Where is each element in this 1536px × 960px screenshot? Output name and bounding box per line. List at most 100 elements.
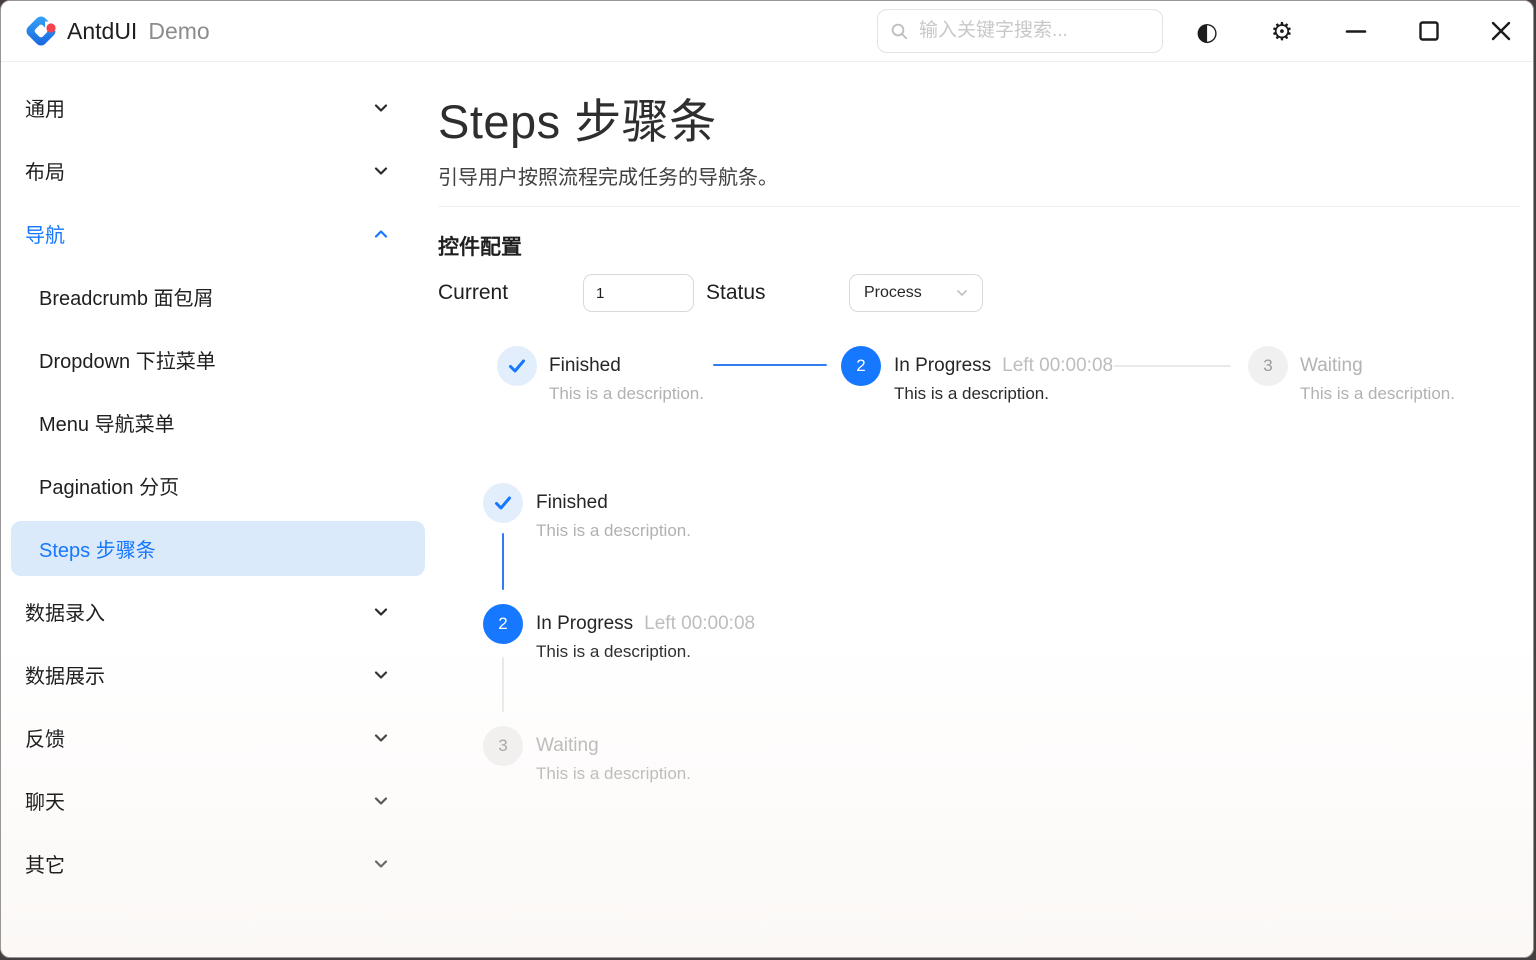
step-title-text: Finished — [549, 355, 621, 377]
maximize-button[interactable] — [1409, 11, 1449, 51]
step-title: Waiting — [1300, 346, 1363, 386]
step-title: In Progress Left 00:00:08 — [894, 346, 1113, 386]
chevron-down-icon — [954, 285, 970, 301]
step-title-text: In Progress — [894, 355, 991, 377]
step-title-text: Waiting — [536, 735, 599, 757]
step-time-left: Left 00:00:08 — [1002, 355, 1113, 377]
sidebar-item-label: Menu 导航菜单 — [39, 408, 175, 437]
sidebar-item-label: Breadcrumb 面包屑 — [39, 282, 214, 311]
sidebar-group-label: 聊天 — [25, 786, 65, 815]
page-subtitle: 引导用户按照流程完成任务的导航条。 — [438, 161, 778, 190]
chevron-down-icon — [371, 665, 391, 685]
search-icon — [890, 22, 909, 41]
chevron-down-icon — [371, 602, 391, 622]
sidebar-item-label: Steps 步骤条 — [39, 534, 156, 563]
step-circle-process: 2 — [841, 346, 881, 386]
chevron-down-icon — [371, 728, 391, 748]
step-connector-active — [502, 533, 504, 590]
step-circle-process: 2 — [483, 604, 523, 644]
sidebar-item-label: Dropdown 下拉菜单 — [39, 345, 216, 374]
chevron-down-icon — [371, 791, 391, 811]
sidebar-group-label: 数据展示 — [25, 660, 105, 689]
sidebar-group-general[interactable]: 通用 — [1, 76, 431, 139]
step-title-text: Waiting — [1300, 355, 1363, 377]
sidebar-group-label: 导航 — [25, 219, 65, 248]
check-icon — [493, 493, 513, 513]
sidebar-group-data-display[interactable]: 数据展示 — [1, 643, 431, 706]
step-time-left: Left 00:00:08 — [644, 613, 755, 635]
theme-contrast-icon: ◐ — [1196, 19, 1218, 44]
chevron-down-icon — [371, 98, 391, 118]
sidebar-item-label: Pagination 分页 — [39, 471, 179, 500]
step-number: 3 — [498, 736, 507, 756]
step-description: This is a description. — [536, 521, 691, 541]
sidebar-group-label: 数据录入 — [25, 597, 105, 626]
sidebar-group-label: 反馈 — [25, 723, 65, 752]
titlebar: AntdUI Demo ◐ ⚙ — [1, 1, 1533, 62]
app-mode: Demo — [148, 18, 209, 45]
step-connector — [1114, 365, 1231, 367]
step-connector — [502, 657, 504, 712]
sidebar-group-navigation[interactable]: 导航 — [1, 202, 431, 265]
step-title-text: Finished — [536, 492, 608, 514]
theme-toggle-button[interactable]: ◐ — [1187, 11, 1227, 51]
chevron-down-icon — [371, 161, 391, 181]
divider — [438, 206, 1521, 207]
sidebar-item-breadcrumb[interactable]: Breadcrumb 面包屑 — [1, 265, 431, 328]
sidebar-group-feedback[interactable]: 反馈 — [1, 706, 431, 769]
sidebar-item-pagination[interactable]: Pagination 分页 — [1, 454, 431, 517]
antdui-logo-icon — [23, 13, 59, 49]
step-title: Finished — [549, 346, 621, 386]
step-number: 2 — [856, 356, 865, 376]
sidebar-group-label: 布局 — [25, 156, 65, 185]
step-connector-active — [713, 364, 827, 366]
step-circle-finished — [497, 346, 537, 386]
step-title: Finished — [536, 483, 608, 523]
step-description: This is a description. — [549, 384, 704, 404]
chevron-up-icon — [371, 224, 391, 244]
chevron-down-icon — [371, 854, 391, 874]
close-icon — [1489, 19, 1513, 43]
app-window: AntdUI Demo ◐ ⚙ — [0, 0, 1534, 958]
minimize-button[interactable] — [1336, 11, 1376, 51]
step-title: Waiting — [536, 726, 599, 766]
sidebar-group-data-entry[interactable]: 数据录入 — [1, 580, 431, 643]
sidebar-item-menu[interactable]: Menu 导航菜单 — [1, 391, 431, 454]
status-label: Status — [706, 281, 766, 305]
status-select[interactable]: Process — [849, 274, 983, 312]
minimize-icon — [1344, 19, 1368, 43]
step-title-text: In Progress — [536, 613, 633, 635]
step-description: This is a description. — [536, 642, 691, 662]
sidebar-group-layout[interactable]: 布局 — [1, 139, 431, 202]
sidebar-item-dropdown[interactable]: Dropdown 下拉菜单 — [1, 328, 431, 391]
sidebar-group-label: 通用 — [25, 93, 65, 122]
search-box[interactable] — [877, 9, 1163, 53]
step-number: 3 — [1263, 356, 1272, 376]
page-title: Steps 步骤条 — [438, 83, 717, 152]
step-title: In Progress Left 00:00:08 — [536, 604, 755, 644]
sidebar: 通用 布局 导航 Breadcrumb 面包屑 Dropdown 下拉菜单 — [1, 62, 431, 957]
config-heading: 控件配置 — [438, 231, 522, 261]
current-label: Current — [438, 281, 508, 305]
search-input[interactable] — [917, 19, 1150, 43]
step-number: 2 — [498, 614, 507, 634]
maximize-icon — [1417, 19, 1441, 43]
status-select-value: Process — [864, 284, 954, 302]
app-title: AntdUI Demo — [67, 1, 210, 61]
step-circle-wait: 3 — [483, 726, 523, 766]
settings-gear-icon: ⚙ — [1271, 19, 1293, 44]
sidebar-group-other[interactable]: 其它 — [1, 832, 431, 895]
check-icon — [507, 356, 527, 376]
step-description: This is a description. — [1300, 384, 1455, 404]
app-name: AntdUI — [67, 18, 137, 45]
current-input[interactable] — [583, 274, 694, 312]
step-description: This is a description. — [894, 384, 1049, 404]
settings-button[interactable]: ⚙ — [1262, 11, 1302, 51]
sidebar-group-chat[interactable]: 聊天 — [1, 769, 431, 832]
step-circle-finished — [483, 483, 523, 523]
close-button[interactable] — [1481, 11, 1521, 51]
sidebar-item-steps[interactable]: Steps 步骤条 — [1, 517, 431, 580]
step-description: This is a description. — [536, 764, 691, 784]
sidebar-group-label: 其它 — [25, 849, 65, 878]
step-circle-wait: 3 — [1248, 346, 1288, 386]
